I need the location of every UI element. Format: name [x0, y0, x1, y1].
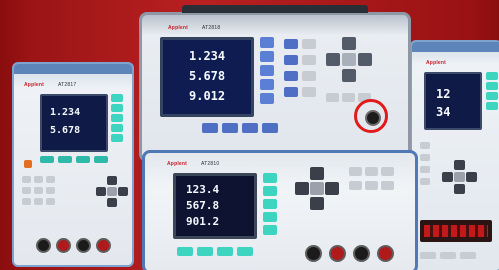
right-red-terminal-strip — [420, 220, 492, 242]
left-instrument: Applent AT2817 1.234 5.678 — [12, 62, 134, 267]
front-model-text: AT2810 — [201, 161, 220, 167]
front-brand-text: Applent — [167, 161, 188, 167]
right-navigation-pad — [442, 160, 478, 196]
left-power-key — [24, 160, 32, 168]
right-softkey-column — [486, 72, 498, 130]
right-screen-reading-1: 12 — [436, 87, 451, 101]
front-screen-reading-1: 123.4 — [186, 183, 220, 196]
back-screen-reading-2: 5.678 — [189, 69, 226, 83]
right-brand-text: Applent — [426, 60, 447, 66]
right-screen: 12 34 — [424, 72, 482, 130]
front-screen-reading-3: 901.2 — [186, 215, 220, 228]
back-softkey-column — [260, 37, 274, 119]
back-screen-reading-3: 9.012 — [189, 89, 226, 103]
left-screen-reading-1: 1.234 — [50, 107, 81, 118]
back-screen-reading-1: 1.234 — [189, 49, 226, 63]
product-photo: Applent AT2817 1.234 5.678 Applent 12 34… — [0, 0, 499, 270]
back-model-text: AT2818 — [202, 25, 221, 31]
left-function-keys — [40, 156, 110, 166]
back-navigation-pad — [326, 37, 372, 83]
right-keys — [420, 142, 440, 202]
back-brand-text: Applent — [168, 25, 189, 31]
left-softkey-column — [111, 94, 123, 152]
left-brand-text: Applent — [24, 82, 45, 88]
front-terminals — [305, 241, 415, 265]
back-function-keys — [202, 123, 282, 135]
front-center-instrument: Applent AT2810 123.4 567.8 901.2 — [142, 150, 418, 270]
left-terminals — [36, 234, 116, 254]
left-model-text: AT2817 — [58, 82, 77, 88]
front-function-keys — [177, 247, 267, 259]
left-screen-reading-2: 5.678 — [50, 125, 81, 136]
front-keypad — [349, 167, 409, 207]
right-screen-reading-2: 34 — [436, 105, 451, 119]
back-center-instrument: Applent AT2818 1.234 5.678 9.012 — [139, 5, 411, 162]
back-screen: 1.234 5.678 9.012 — [160, 37, 254, 117]
right-instrument: Applent 12 34 — [410, 40, 499, 270]
left-screen: 1.234 5.678 — [40, 94, 108, 152]
back-keypad — [284, 39, 320, 119]
front-softkey-column — [263, 173, 277, 243]
left-keypad — [22, 176, 82, 224]
front-navigation-pad — [295, 167, 339, 211]
front-screen: 123.4 567.8 901.2 — [173, 173, 257, 239]
right-gray-key-row — [420, 252, 492, 260]
back-highlight-circle — [354, 99, 388, 133]
front-screen-reading-2: 567.8 — [186, 199, 220, 212]
left-navigation-pad — [96, 176, 128, 208]
